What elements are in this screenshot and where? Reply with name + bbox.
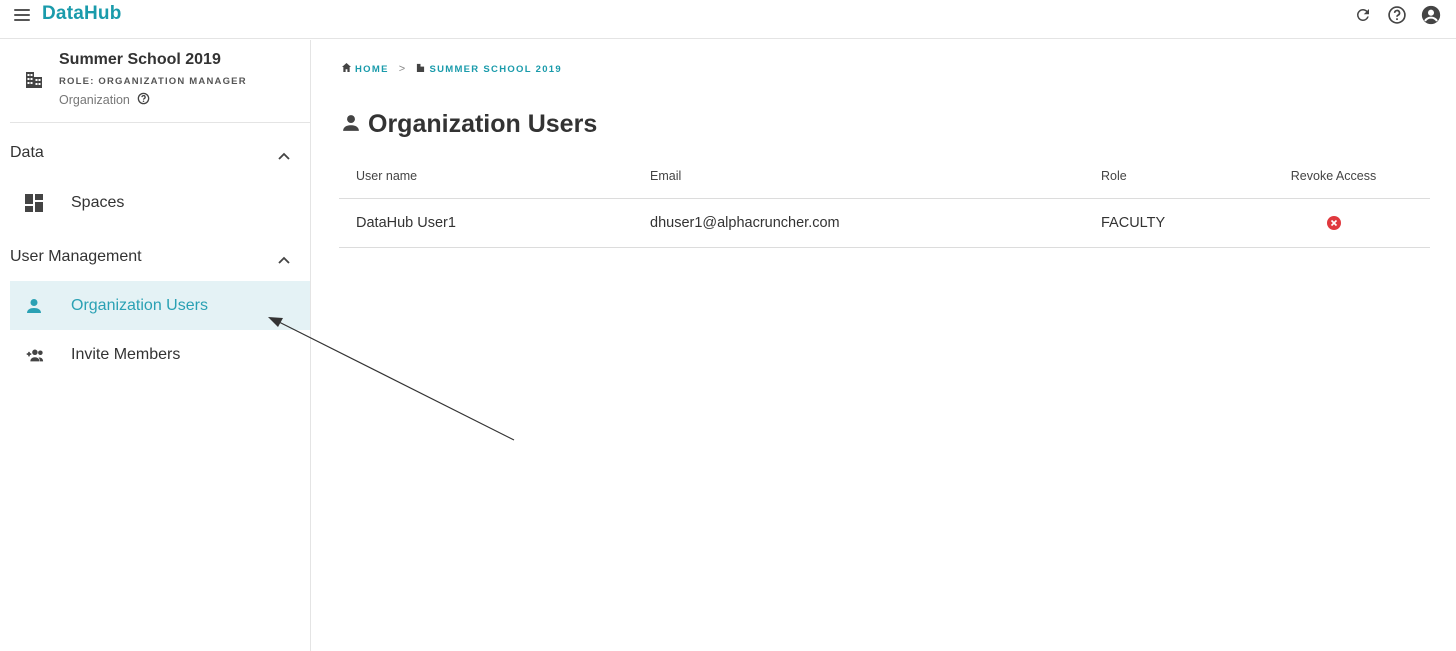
dashboard-icon [24, 194, 44, 212]
section-data[interactable]: Data [10, 123, 310, 178]
org-type: Organization [59, 92, 150, 108]
sidebar-item-label: Spaces [71, 194, 125, 211]
sidebar-item-label: Invite Members [71, 346, 181, 363]
cell-user-name: DataHub User1 [339, 198, 633, 248]
org-role: ROLE: ORGANIZATION MANAGER [59, 76, 247, 87]
breadcrumb: HOME > SUMMER SCHOOL 2019 [342, 63, 562, 75]
org-name: Summer School 2019 [59, 51, 221, 68]
menu-icon[interactable] [14, 6, 32, 22]
breadcrumb-org-label: SUMMER SCHOOL 2019 [429, 63, 562, 75]
sidebar-item-spaces[interactable]: Spaces [10, 178, 310, 227]
column-header-revoke-access: Revoke Access [1237, 154, 1430, 199]
sidebar-item-label: Organization Users [71, 297, 208, 314]
breadcrumb-home[interactable]: HOME [342, 63, 389, 75]
sidebar-item-invite-members[interactable]: Invite Members [10, 330, 310, 379]
column-header-user-name[interactable]: User name [339, 154, 633, 199]
section-user-management[interactable]: User Management [10, 227, 310, 281]
account-icon[interactable] [1420, 4, 1442, 26]
home-icon [342, 63, 351, 75]
building-icon [416, 63, 425, 75]
table-header-row: User name Email Role Revoke Access [339, 154, 1430, 199]
breadcrumb-separator: > [398, 63, 407, 75]
chevron-up-icon[interactable] [278, 147, 290, 165]
breadcrumb-home-label: HOME [355, 63, 389, 75]
person-icon [24, 297, 44, 315]
cell-email: dhuser1@alphacruncher.com [633, 198, 1084, 248]
table-row: DataHub User1 dhuser1@alphacruncher.com … [339, 198, 1430, 248]
refresh-icon[interactable] [1352, 4, 1374, 26]
section-user-management-label: User Management [10, 248, 142, 265]
top-bar: DataHub [0, 0, 1456, 39]
page-title: Organization Users [342, 110, 597, 139]
revoke-access-icon[interactable] [1326, 215, 1341, 230]
breadcrumb-org[interactable]: SUMMER SCHOOL 2019 [416, 63, 562, 75]
org-header: Summer School 2019 ROLE: ORGANIZATION MA… [10, 40, 310, 123]
cell-revoke-access [1237, 198, 1430, 248]
sidebar: Summer School 2019 ROLE: ORGANIZATION MA… [10, 40, 311, 651]
section-data-label: Data [10, 144, 44, 161]
person-icon [342, 110, 360, 139]
cell-role: FACULTY [1084, 198, 1237, 248]
top-icons [1352, 4, 1442, 26]
chevron-up-icon[interactable] [278, 251, 290, 269]
main-content: HOME > SUMMER SCHOOL 2019 Organization U… [312, 40, 1456, 651]
app-brand[interactable]: DataHub [42, 3, 122, 25]
sidebar-item-organization-users[interactable]: Organization Users [10, 281, 310, 330]
column-header-role[interactable]: Role [1084, 154, 1237, 199]
group-add-icon [24, 346, 44, 364]
page-title-text: Organization Users [368, 110, 598, 138]
help-icon[interactable] [137, 92, 150, 108]
help-icon[interactable] [1386, 4, 1408, 26]
building-icon [24, 70, 44, 95]
users-table: User name Email Role Revoke Access DataH… [339, 154, 1430, 248]
column-header-email[interactable]: Email [633, 154, 1084, 199]
org-type-label: Organization [59, 93, 130, 107]
